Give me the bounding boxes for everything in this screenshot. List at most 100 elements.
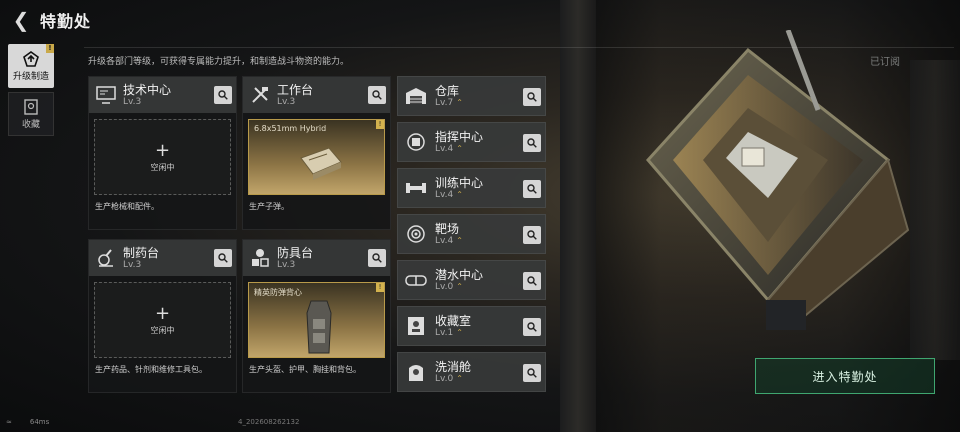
facility-name: 仓库 <box>435 83 460 98</box>
computer-icon <box>95 84 117 106</box>
upgrade-icon <box>22 50 40 67</box>
facility-diving[interactable]: 潜水中心 Lv.0 ⌃ <box>397 260 546 300</box>
station-header: 技术中心 Lv.3 <box>89 77 236 113</box>
production-slot[interactable]: 精英防弹背心 ! <box>248 282 385 358</box>
facility-level: Lv.4 <box>435 189 454 200</box>
top-bar: ❮ 特勤处 <box>0 0 960 40</box>
search-icon[interactable] <box>523 318 541 336</box>
upgrade-arrow-icon: ⌃ <box>456 98 463 107</box>
target-icon <box>402 220 430 248</box>
station-card-workbench[interactable]: 工作台 Lv.3 6.8x51mm Hybrid ! 生产子弹。 <box>242 76 391 230</box>
station-header: 工作台 Lv.3 <box>243 77 390 113</box>
search-icon[interactable] <box>368 249 386 267</box>
back-arrow-icon[interactable]: ❮ <box>6 5 36 35</box>
collection-icon <box>22 98 40 115</box>
station-name: 工作台 <box>277 82 314 97</box>
search-icon[interactable] <box>523 364 541 382</box>
idle-slot[interactable]: + 空闲中 <box>94 282 231 358</box>
diving-icon <box>402 266 430 294</box>
search-icon[interactable] <box>368 86 386 104</box>
status-bar: ≈ 64ms <box>6 418 49 426</box>
ping-readout: 64ms <box>29 418 50 426</box>
product-name: 6.8x51mm Hybrid <box>254 124 327 133</box>
alert-badge: ! <box>376 283 384 292</box>
plus-icon: + <box>154 139 171 161</box>
sidebar-item-collection[interactable]: 收藏 <box>8 92 54 136</box>
armor-parts-icon <box>249 247 271 269</box>
idle-label: 空闲中 <box>150 325 175 335</box>
upgrade-arrow-icon: ⌃ <box>456 282 463 291</box>
subscribed-label: 已订阅 <box>870 57 900 68</box>
production-slot[interactable]: 6.8x51mm Hybrid ! <box>248 119 385 195</box>
pillar <box>560 0 596 432</box>
facility-name: 潜水中心 <box>435 267 484 282</box>
station-level: Lv.3 <box>277 96 296 107</box>
divider <box>84 47 954 48</box>
page-title: 特勤处 <box>40 12 92 31</box>
search-icon[interactable] <box>523 134 541 152</box>
facility-name: 训练中心 <box>435 175 484 190</box>
facility-level: Lv.0 <box>435 281 454 292</box>
facility-training[interactable]: 训练中心 Lv.4 ⌃ <box>397 168 546 208</box>
station-header: 防具台 Lv.3 <box>243 240 390 276</box>
decontamination-icon <box>402 358 430 386</box>
facility-level: Lv.4 <box>435 235 454 246</box>
sidebar-item-label: 升级制造 <box>12 71 49 82</box>
sidebar-item-label: 收藏 <box>21 119 40 130</box>
station-name: 制药台 <box>123 245 160 260</box>
facility-decontamination[interactable]: 洗消舱 Lv.0 ⌃ <box>397 352 546 392</box>
station-level: Lv.3 <box>123 259 142 270</box>
search-icon[interactable] <box>523 272 541 290</box>
idle-label: 空闲中 <box>150 162 175 172</box>
plus-icon: + <box>154 302 171 324</box>
product-name: 精英防弹背心 <box>254 288 302 297</box>
facility-name: 洗消舱 <box>435 359 472 374</box>
wifi-icon: ≈ <box>6 418 12 426</box>
station-level: Lv.3 <box>123 96 142 107</box>
search-icon[interactable] <box>523 180 541 198</box>
facility-level: Lv.4 <box>435 143 454 154</box>
facility-name: 靶场 <box>435 221 460 236</box>
station-description: 生产子弹。 <box>249 202 289 211</box>
facility-level: Lv.7 <box>435 97 454 108</box>
alert-badge: ! <box>46 44 54 53</box>
alert-badge: ! <box>376 120 384 129</box>
station-card-pharmacy[interactable]: 制药台 Lv.3 + 空闲中 生产药品、针剂和维修工具包。 <box>88 239 237 393</box>
facility-name: 指挥中心 <box>435 129 484 144</box>
dumbbell-icon <box>402 174 430 202</box>
station-card-tech[interactable]: 技术中心 Lv.3 + 空闲中 生产枪械和配件。 <box>88 76 237 230</box>
search-icon[interactable] <box>523 226 541 244</box>
station-name: 技术中心 <box>123 82 172 97</box>
search-icon[interactable] <box>214 86 232 104</box>
search-icon[interactable] <box>214 249 232 267</box>
facility-warehouse[interactable]: 仓库 Lv.7 ⌃ <box>397 76 546 116</box>
collection-room-icon <box>402 312 430 340</box>
facility-range[interactable]: 靶场 Lv.4 ⌃ <box>397 214 546 254</box>
facility-collection-room[interactable]: 收藏室 Lv.1 ⌃ <box>397 306 546 346</box>
facility-level: Lv.0 <box>435 373 454 384</box>
ammo-box-icon <box>300 147 342 180</box>
page-description: 升级各部门等级，可获得专属能力提升，和制造战斗物资的能力。 <box>88 57 350 67</box>
search-icon[interactable] <box>523 88 541 106</box>
upgrade-arrow-icon: ⌃ <box>456 328 463 337</box>
vest-icon <box>306 300 332 354</box>
station-name: 防具台 <box>277 245 314 260</box>
station-description: 生产枪械和配件。 <box>95 202 159 211</box>
tools-icon <box>249 84 271 106</box>
facility-name: 收藏室 <box>435 313 472 328</box>
station-level: Lv.3 <box>277 259 296 270</box>
upgrade-arrow-icon: ⌃ <box>456 190 463 199</box>
upgrade-arrow-icon: ⌃ <box>456 374 463 383</box>
sidebar-item-upgrade[interactable]: ! 升级制造 <box>8 44 54 88</box>
warehouse-icon <box>402 82 430 110</box>
facility-command[interactable]: 指挥中心 Lv.4 ⌃ <box>397 122 546 162</box>
enter-special-ops-button[interactable]: 进入特勤处 <box>755 358 935 394</box>
station-card-armor[interactable]: 防具台 Lv.3 精英防弹背心 ! 生产头盔、护甲、胸挂和背包。 <box>242 239 391 393</box>
station-header: 制药台 Lv.3 <box>89 240 236 276</box>
station-description: 生产头盔、护甲、胸挂和背包。 <box>249 365 361 374</box>
command-icon <box>402 128 430 156</box>
cube-artwork <box>645 30 910 330</box>
station-description: 生产药品、针剂和维修工具包。 <box>95 365 207 374</box>
idle-slot[interactable]: + 空闲中 <box>94 119 231 195</box>
microscope-icon <box>95 247 117 269</box>
